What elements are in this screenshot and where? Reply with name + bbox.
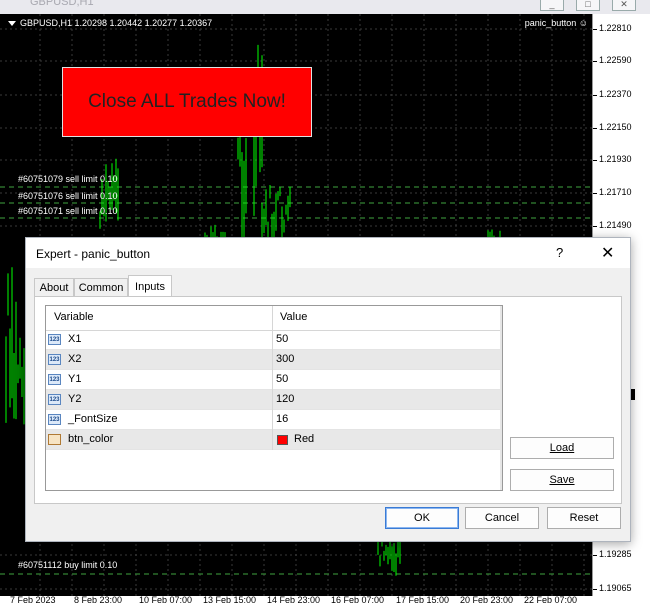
column-separator: [272, 350, 273, 370]
load-button[interactable]: Load: [510, 437, 614, 459]
table-row[interactable]: btn_color Red: [46, 430, 500, 450]
variable-name: Y1: [68, 373, 82, 385]
symbol-quote: GBPUSD,H1 1.20298 1.20442 1.20277 1.2036…: [20, 18, 213, 28]
column-separator: [272, 330, 273, 350]
variable-name: Y2: [68, 393, 82, 405]
column-separator: [272, 430, 273, 450]
variable-value[interactable]: 16: [276, 413, 288, 425]
order-line-label[interactable]: #60751071 sell limit 0.10: [18, 206, 118, 216]
load-label: Load: [549, 442, 575, 454]
column-separator: [272, 370, 273, 390]
price-tick: [593, 226, 597, 227]
int-icon: 123: [48, 374, 61, 385]
price-tick: [593, 128, 597, 129]
close-all-trades-button[interactable]: Close ALL Trades Now!: [62, 67, 312, 137]
maximize-button[interactable]: □: [576, 0, 600, 11]
time-label: 14 Feb 23:00: [267, 596, 321, 604]
time-label: 17 Feb 15:00: [396, 596, 450, 604]
column-header-value[interactable]: Value: [280, 311, 307, 323]
inputs-table: Variable Value 123 X1 50 123 X2 300 123 …: [45, 305, 503, 491]
int-icon: 123: [48, 334, 61, 345]
price-tick: [593, 160, 597, 161]
table-row[interactable]: 123 Y1 50: [46, 370, 500, 390]
price-label: 1.22810: [599, 23, 632, 33]
cancel-button[interactable]: Cancel: [465, 507, 539, 529]
minimize-button[interactable]: _: [540, 0, 564, 11]
price-tick: [593, 555, 597, 556]
chart-window-title: GBPUSD,H1: [30, 0, 94, 8]
ea-indicator[interactable]: panic_button ☺: [525, 18, 588, 28]
expert-properties-dialog: Expert - panic_button ? ✕ About Common I…: [25, 237, 631, 542]
save-button[interactable]: Save: [510, 469, 614, 491]
dialog-titlebar[interactable]: Expert - panic_button ? ✕: [26, 238, 630, 268]
reset-button[interactable]: Reset: [547, 507, 621, 529]
variable-name: X1: [68, 333, 82, 345]
dialog-close-button[interactable]: ✕: [601, 243, 614, 263]
window-close-button[interactable]: ✕: [612, 0, 636, 11]
dialog-title: Expert - panic_button: [36, 247, 151, 261]
int-icon: 123: [48, 354, 61, 365]
save-label: Save: [549, 474, 575, 486]
inputs-panel: Variable Value 123 X1 50 123 X2 300 123 …: [34, 296, 622, 504]
int-icon: 123: [48, 394, 61, 405]
time-label: 8 Feb 23:00: [74, 596, 123, 604]
color-icon: [48, 434, 61, 445]
price-label: 1.21490: [599, 220, 632, 230]
color-swatch: [277, 435, 288, 445]
time-label: 10 Feb 07:00: [139, 596, 193, 604]
order-line-label[interactable]: #60751079 sell limit 0.10: [18, 174, 118, 184]
dropdown-arrow-icon[interactable]: [8, 21, 16, 27]
column-separator: [272, 390, 273, 410]
column-header-variable[interactable]: Variable: [54, 311, 94, 323]
price-label: 1.21710: [599, 187, 632, 197]
table-row[interactable]: 123 Y2 120: [46, 390, 500, 410]
time-label: 13 Feb 15:00: [203, 596, 257, 604]
table-row[interactable]: 123 _FontSize 16: [46, 410, 500, 430]
variable-name: X2: [68, 353, 82, 365]
variable-name: btn_color: [68, 433, 114, 445]
variable-value[interactable]: 120: [276, 393, 294, 405]
price-label: 1.22150: [599, 122, 632, 132]
tab-common[interactable]: Common: [74, 278, 128, 296]
int-icon: 123: [48, 414, 61, 425]
time-axis[interactable]: 7 Feb 2023 8 Feb 23:00 10 Feb 07:00 13 F…: [0, 596, 650, 604]
price-tick: [593, 193, 597, 194]
table-scrollbar[interactable]: [500, 306, 502, 490]
price-label: 1.19065: [599, 583, 632, 593]
price-tick: [593, 95, 597, 96]
variable-name: _FontSize: [68, 413, 118, 425]
chart-symbol-info: GBPUSD,H1 1.20298 1.20442 1.20277 1.2036…: [8, 18, 212, 28]
table-row[interactable]: 123 X1 50: [46, 330, 500, 350]
variable-value[interactable]: 50: [276, 373, 288, 385]
variable-value[interactable]: Red: [294, 433, 314, 445]
help-button[interactable]: ?: [556, 245, 563, 260]
order-line-label[interactable]: #60751112 buy limit 0.10: [18, 560, 117, 570]
price-tick: [593, 29, 597, 30]
variable-value[interactable]: 50: [276, 333, 288, 345]
price-label: 1.19285: [599, 549, 632, 559]
time-label: 7 Feb 2023: [10, 596, 56, 604]
time-label: 20 Feb 23:00: [460, 596, 514, 604]
smiley-icon: ☺: [578, 18, 588, 28]
tab-about[interactable]: About: [34, 278, 74, 296]
variable-value[interactable]: 300: [276, 353, 294, 365]
chart-window-titlebar: GBPUSD,H1 _ □ ✕: [0, 0, 650, 14]
price-label: 1.22590: [599, 55, 632, 65]
price-label: 1.22370: [599, 89, 632, 99]
table-row[interactable]: 123 X2 300: [46, 350, 500, 370]
order-line-label[interactable]: #60751076 sell limit 0.10: [18, 191, 118, 201]
column-separator[interactable]: [272, 306, 273, 330]
price-tick: [593, 589, 597, 590]
price-label: 1.21930: [599, 154, 632, 164]
time-label: 16 Feb 07:00: [331, 596, 385, 604]
table-header: Variable Value: [46, 306, 500, 331]
ea-name: panic_button: [524, 18, 577, 28]
column-separator: [272, 410, 273, 430]
tab-inputs[interactable]: Inputs: [128, 275, 172, 297]
ok-button[interactable]: OK: [385, 507, 459, 529]
price-tick: [593, 61, 597, 62]
time-label: 22 Feb 07:00: [524, 596, 578, 604]
